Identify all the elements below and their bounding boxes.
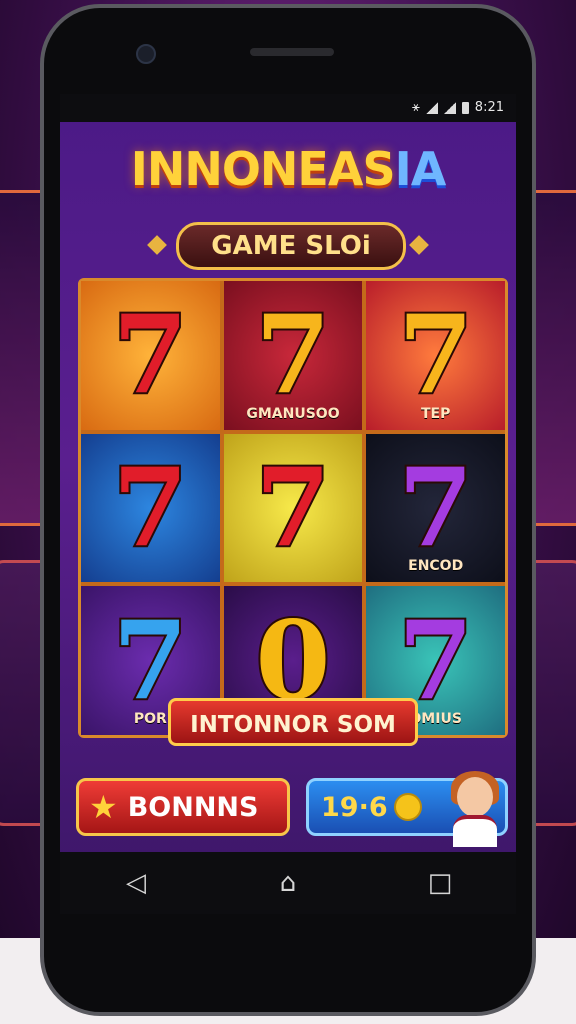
home-icon[interactable]: ⌂ [268, 863, 308, 903]
reel-cell-5: 7 [223, 433, 363, 583]
seven-symbol: 7 [396, 292, 475, 419]
signal-icon [443, 101, 456, 114]
seven-symbol: 7 [396, 444, 475, 571]
reel-cell-6: 7 ENCOD [366, 433, 505, 583]
slot-reels-grid[interactable]: 7 7 GMANUSOO 7 TEP 7 7 7 ENCOD 7 POR 0 7 OMIU… [78, 278, 508, 738]
game-title-main: INNONEAS [130, 142, 396, 196]
reel-caption: ENCOD [408, 558, 464, 575]
reel-cell-4: 7 [81, 433, 220, 583]
coin-icon [393, 793, 422, 821]
score-value: 19·6 [321, 791, 388, 823]
seven-symbol: 7 [111, 292, 190, 419]
front-camera [136, 44, 156, 64]
status-icons: ⚹ 8:21 [412, 100, 504, 115]
status-time: 8:21 [474, 100, 504, 115]
diamond-ornament-left [147, 235, 167, 255]
reel-cell-1: 7 [81, 281, 220, 430]
phone-frame: ⚹ 8:21 INNONEASIA GAME SLOi 7 7 GMANUSOO … [40, 4, 536, 1016]
reel-caption: GMANUSOO [246, 405, 340, 422]
reel-cell-3: 7 TEP [366, 281, 505, 430]
back-triangle-icon[interactable]: ◁ [116, 863, 156, 903]
bonus-button-label: BONNNS [127, 791, 259, 823]
phone-screen: ⚹ 8:21 INNONEASIA GAME SLOi 7 7 GMANUSOO … [60, 94, 516, 914]
earpiece-speaker [250, 48, 334, 56]
android-nav-bar: ◁ ⌂ □ [60, 852, 516, 914]
bonus-button[interactable]: ★ BONNNS [76, 778, 290, 836]
reel-cell-2: 7 GMANUSOO [223, 281, 363, 430]
wifi-icon [425, 101, 438, 114]
diamond-ornament-right [409, 235, 429, 255]
battery-icon [461, 101, 469, 114]
reel-caption: TEP [420, 405, 451, 422]
subtitle-plaque: GAME SLOi [147, 222, 429, 270]
game-title-tail: IA [394, 142, 447, 196]
score-button[interactable]: 19·6 [306, 771, 508, 847]
seven-symbol: 7 [253, 292, 332, 419]
seven-symbol: 7 [111, 444, 190, 571]
seven-symbol: 7 [253, 444, 332, 571]
status-bar: ⚹ 8:21 [60, 94, 516, 122]
star-icon: ★ [89, 788, 118, 826]
win-banner: INTONNOR SOM [168, 698, 418, 746]
game-title: INNONEASIA [60, 142, 516, 196]
game-subtitle: GAME SLOi [176, 222, 406, 270]
recents-square-icon[interactable]: □ [420, 863, 460, 903]
bluetooth-icon: ⚹ [411, 100, 420, 115]
avatar [443, 771, 507, 847]
